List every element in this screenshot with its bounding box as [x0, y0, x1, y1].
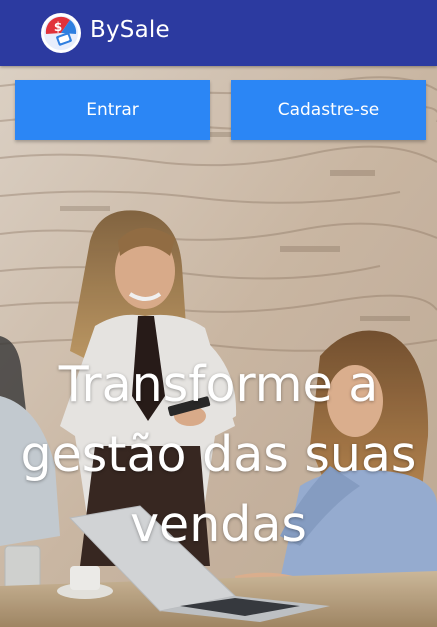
bysale-logo-icon: $ [41, 13, 81, 53]
hero-headline-line-3: vendas [130, 496, 307, 553]
svg-text:$: $ [54, 20, 62, 34]
login-button[interactable]: Entrar [15, 80, 210, 140]
signup-button[interactable]: Cadastre-se [231, 80, 426, 140]
app-title: BySale [90, 17, 170, 43]
welcome-screen: $ BySale Entrar Cadastre-se Transforme a… [0, 0, 437, 627]
hero-headline: Transforme a gestão das suas vendas [0, 350, 437, 560]
app-bar: $ BySale [0, 0, 437, 66]
hero-headline-line-1: Transforme a [58, 356, 379, 413]
hero-headline-line-2: gestão das suas [20, 426, 417, 483]
